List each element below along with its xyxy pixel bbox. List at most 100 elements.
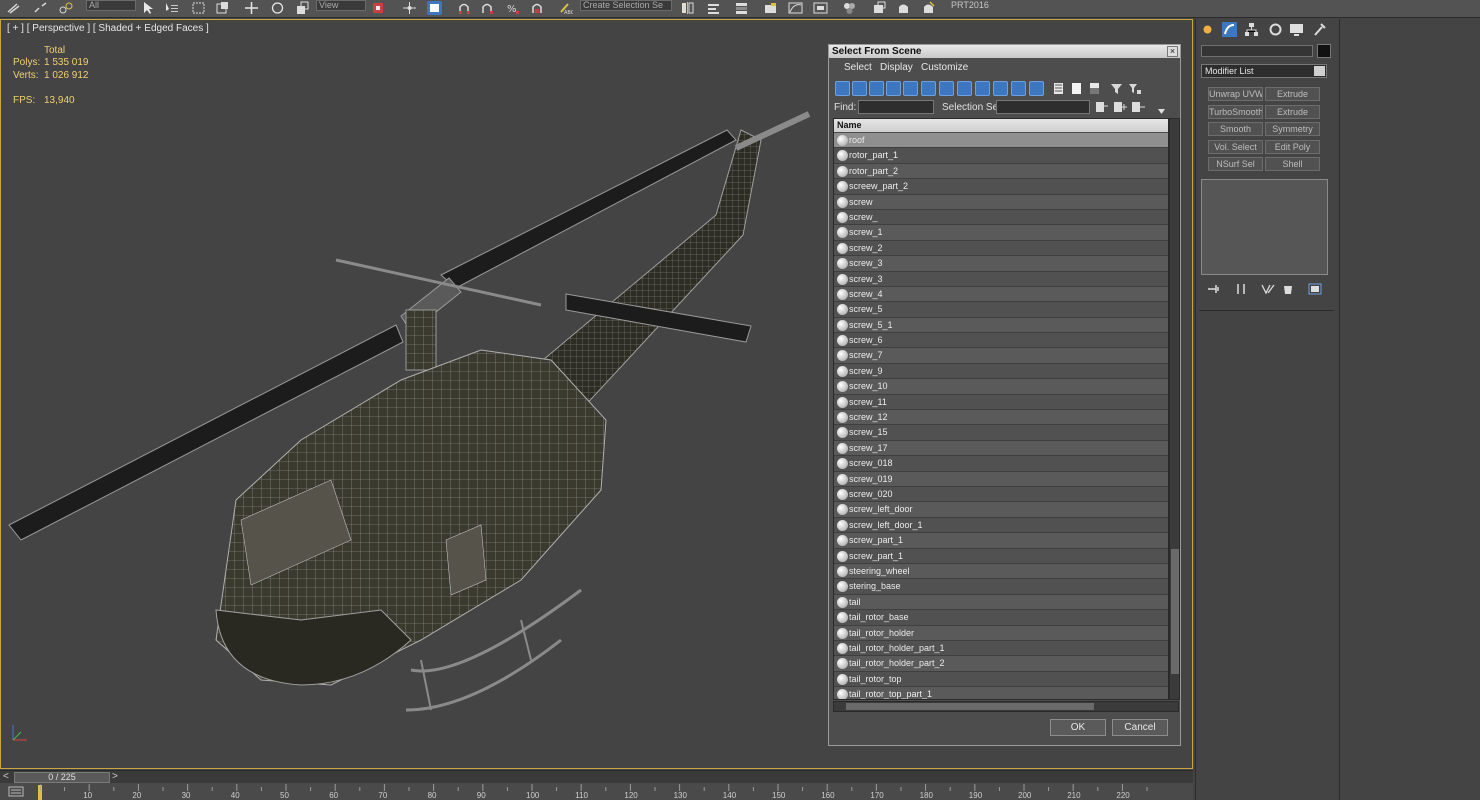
time-next-button[interactable]: > (112, 771, 118, 782)
display-lights-icon[interactable] (869, 81, 884, 96)
select-all-icon[interactable] (1051, 81, 1066, 96)
modifier-button-smooth[interactable]: Smooth (1208, 122, 1263, 136)
display-helpers-icon[interactable] (903, 81, 918, 96)
list-item[interactable]: tail_rotor_top (834, 671, 1168, 688)
schematic-view-icon[interactable] (813, 1, 828, 15)
filter-icon[interactable] (1109, 81, 1124, 96)
list-item[interactable]: screw_12 (834, 410, 1168, 426)
render-setup-icon[interactable] (872, 1, 887, 15)
vertical-scrollbar[interactable] (1169, 118, 1180, 700)
link-icon[interactable] (6, 1, 21, 15)
list-item[interactable]: screw_6 (834, 333, 1168, 349)
utilities-tab-icon[interactable] (1312, 22, 1327, 37)
list-item[interactable]: screw_left_door (834, 502, 1168, 518)
track-bar[interactable]: 10 20 30 40 50 60 70 80 90 100 110 120 130 140 150 160 1… (0, 783, 1193, 800)
list-item[interactable]: screw_3 (834, 271, 1168, 287)
rendered-frame-window-icon[interactable] (896, 1, 911, 15)
selection-set-dropdown[interactable] (996, 100, 1090, 114)
horizontal-scrollbar[interactable] (833, 701, 1179, 712)
column-header-name[interactable]: Name (834, 119, 1168, 132)
list-item[interactable]: screw_5_1 (834, 317, 1168, 334)
spinner-snap-icon[interactable] (530, 1, 545, 15)
time-slider-thumb[interactable]: 0 / 225 (14, 772, 110, 783)
menu-select[interactable]: Select (844, 62, 872, 74)
list-item[interactable]: screw_part_1 (834, 548, 1168, 564)
display-shapes-icon[interactable] (852, 81, 867, 96)
list-item[interactable]: screw_1 (834, 225, 1168, 241)
object-name-field[interactable] (1201, 45, 1313, 57)
cancel-button[interactable]: Cancel (1112, 719, 1168, 736)
percent-snap-icon[interactable]: % (506, 1, 521, 15)
list-item[interactable]: tail_rotor_top_part_1 (834, 687, 1168, 699)
window-crossing-icon[interactable] (215, 1, 230, 15)
material-editor-icon[interactable] (842, 1, 857, 15)
configure-modifier-sets-icon[interactable] (1307, 283, 1323, 295)
modifier-button-extrude[interactable]: Extrude (1265, 87, 1320, 101)
bind-space-warp-icon[interactable] (58, 1, 73, 15)
selection-filter-dropdown[interactable]: All (86, 0, 136, 11)
display-xrefs-icon[interactable] (957, 81, 972, 96)
list-item[interactable]: screw_17 (834, 440, 1168, 457)
display-bones-icon[interactable] (975, 81, 990, 96)
list-item[interactable]: tail_rotor_base (834, 610, 1168, 626)
rotate-icon[interactable] (270, 1, 285, 15)
manipulate-icon[interactable] (402, 1, 417, 15)
modifier-button-unwrap-uvw[interactable]: Unwrap UVW (1208, 87, 1263, 101)
display-containers-icon[interactable] (993, 81, 1008, 96)
list-item[interactable]: screw_020 (834, 486, 1168, 503)
select-object-icon[interactable] (141, 1, 156, 15)
time-slider[interactable]: < 0 / 225 > (0, 770, 1193, 783)
list-item[interactable]: stering_base (834, 579, 1168, 595)
dialog-title[interactable]: Select From Scene (829, 45, 1180, 58)
make-unique-icon[interactable] (1260, 283, 1276, 295)
list-item[interactable]: screw_part_1 (834, 533, 1168, 549)
time-prev-button[interactable]: < (3, 771, 9, 782)
remove-modifier-icon[interactable] (1280, 283, 1296, 295)
create-selection-set-icon[interactable] (1094, 100, 1109, 115)
list-item[interactable]: screw_11 (834, 394, 1168, 411)
reference-coordinate-dropdown[interactable]: View (316, 0, 366, 11)
list-item[interactable]: screw_7 (834, 348, 1168, 364)
list-item[interactable]: screw_ (834, 209, 1168, 226)
find-input[interactable] (858, 100, 934, 114)
unlink-icon[interactable] (33, 1, 48, 15)
display-frozen-icon[interactable] (1011, 81, 1026, 96)
list-item[interactable]: rotor_part_2 (834, 163, 1168, 180)
vertical-scroll-thumb[interactable] (1171, 549, 1179, 674)
modifier-button-vol-select[interactable]: Vol. Select (1208, 140, 1263, 154)
modifier-button-symmetry[interactable]: Symmetry (1265, 122, 1320, 136)
display-groups-icon[interactable] (939, 81, 954, 96)
mirror-icon[interactable] (680, 1, 695, 15)
list-item[interactable]: tail_rotor_holder (834, 625, 1168, 641)
layer-explorer-icon[interactable] (734, 1, 749, 15)
modifier-button-extrude-2[interactable]: Extrude (1265, 105, 1320, 119)
list-item[interactable]: screw_left_door_1 (834, 517, 1168, 534)
angle-snap-icon[interactable] (480, 1, 495, 15)
modifier-button-shell[interactable]: Shell (1265, 157, 1320, 171)
list-item[interactable]: screw (834, 194, 1168, 210)
list-item[interactable]: rotor_part_1 (834, 148, 1168, 164)
select-by-name-icon[interactable] (164, 1, 179, 15)
workspace-label[interactable]: PRT2016 (951, 0, 989, 10)
menu-customize[interactable]: Customize (921, 62, 968, 74)
select-invert-icon[interactable] (1087, 81, 1102, 96)
render-production-icon[interactable] (921, 1, 936, 15)
list-item[interactable]: tail_rotor_holder_part_2 (834, 656, 1168, 672)
modifier-button-nsurf-sel[interactable]: NSurf Sel (1208, 157, 1263, 171)
display-space-warps-icon[interactable] (921, 81, 936, 96)
move-icon[interactable] (244, 1, 259, 15)
modify-tab-icon[interactable] (1222, 22, 1237, 37)
edit-named-selection-icon[interactable]: ABC (558, 1, 575, 16)
keyboard-shortcut-override-icon[interactable] (427, 1, 442, 15)
close-icon[interactable]: × (1167, 46, 1178, 57)
list-item[interactable]: roof (834, 133, 1168, 149)
list-item[interactable]: screw_15 (834, 425, 1168, 441)
remove-from-selection-set-icon[interactable] (1130, 100, 1145, 115)
hierarchy-tab-icon[interactable] (1244, 22, 1259, 37)
create-tab-icon[interactable] (1200, 22, 1215, 37)
list-item[interactable]: screw_3 (834, 256, 1168, 272)
display-hidden-icon[interactable] (1029, 81, 1044, 96)
add-to-selection-set-icon[interactable] (1112, 100, 1127, 115)
list-item[interactable]: tail (834, 594, 1168, 611)
list-item[interactable]: screw_018 (834, 456, 1168, 472)
